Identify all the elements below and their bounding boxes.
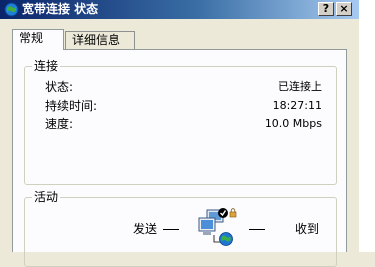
status-label: 状态: xyxy=(45,80,74,94)
duration-value: 18:27:11 xyxy=(272,99,322,112)
tab-details[interactable]: 详细信息 xyxy=(65,31,135,49)
speed-label: 速度: xyxy=(45,117,74,131)
tab-general[interactable]: 常规 xyxy=(12,29,64,50)
tab-panel-general: 连接 状态: 已连接上 持续时间: 18:27:11 速度: 10.0 Mbps… xyxy=(12,49,347,267)
status-value: 已连接上 xyxy=(278,80,322,93)
sent-label: 发送 xyxy=(133,222,158,236)
connection-group: 连接 状态: 已连接上 持续时间: 18:27:11 速度: 10.0 Mbps xyxy=(24,59,337,185)
title-bar[interactable]: 宽带连接 状态 ? × xyxy=(0,0,359,19)
duration-label: 持续时间: xyxy=(45,99,98,113)
activity-group-title: 活动 xyxy=(32,190,61,204)
window-title: 宽带连接 状态 xyxy=(22,2,99,16)
activity-group: 活动 发送 收到 xyxy=(24,190,337,267)
window-edge xyxy=(359,0,375,252)
received-line xyxy=(249,229,265,230)
help-button[interactable]: ? xyxy=(318,2,334,16)
status-dialog: 宽带连接 状态 ? × 常规 详细信息 连接 状态: 已连接上 持续时间: 18… xyxy=(0,0,375,267)
connection-group-title: 连接 xyxy=(32,59,61,73)
network-computers-icon xyxy=(198,208,237,246)
speed-value: 10.0 Mbps xyxy=(264,117,322,130)
close-button[interactable]: × xyxy=(336,2,352,16)
received-label: 收到 xyxy=(295,222,320,236)
sent-line xyxy=(163,229,179,230)
network-globe-icon xyxy=(4,2,19,17)
